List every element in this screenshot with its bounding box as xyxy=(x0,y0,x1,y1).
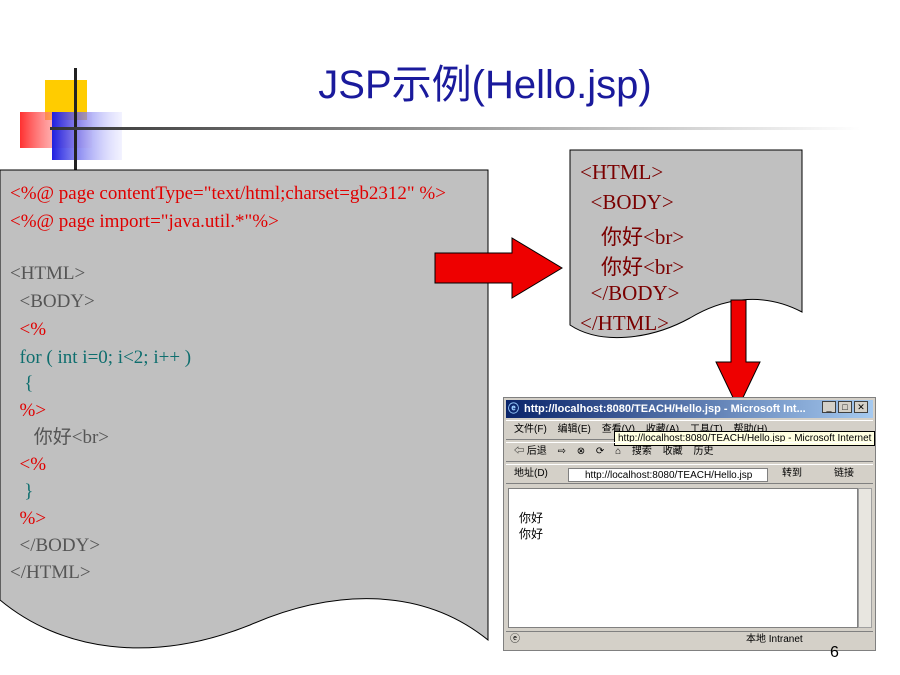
status-bar: ⓔ 本地 Intranet xyxy=(506,631,873,649)
search-button[interactable]: 搜索 xyxy=(632,446,652,457)
minimize-button[interactable]: _ xyxy=(822,401,836,413)
content-line: 你好 xyxy=(519,527,544,541)
code-line: %> xyxy=(10,508,47,529)
forward-button[interactable]: ⇨ xyxy=(558,446,566,457)
browser-window: ⓔ http://localhost:8080/TEACH/Hello.jsp … xyxy=(503,397,876,651)
html-line: 你好<br> xyxy=(580,225,685,249)
code-line: </BODY> xyxy=(10,535,101,556)
code-line: { xyxy=(10,373,34,394)
browser-title: http://localhost:8080/TEACH/Hello.jsp - … xyxy=(524,403,806,415)
maximize-button[interactable]: □ xyxy=(838,401,852,413)
code-line: %> xyxy=(10,400,47,421)
code-line: <HTML> xyxy=(10,263,86,284)
address-label: 地址(D) xyxy=(514,468,548,479)
code-line: <%@ page import="java.util.*"%> xyxy=(10,211,279,232)
page-number: 6 xyxy=(830,644,839,661)
go-button[interactable]: 转到 xyxy=(782,465,802,483)
menu-edit[interactable]: 编辑(E) xyxy=(558,424,591,435)
address-input[interactable]: http://localhost:8080/TEACH/Hello.jsp xyxy=(568,468,768,482)
stop-button[interactable]: ⊗ xyxy=(577,446,585,457)
ie-icon: ⓔ xyxy=(508,403,519,415)
favorites-button[interactable]: 收藏 xyxy=(663,446,683,457)
code-line: </HTML> xyxy=(10,562,91,583)
toolbar: ⇦ 后退 ⇨ ⊗ ⟳ ⌂ 搜索 收藏 历史 xyxy=(506,442,873,462)
back-button[interactable]: ⇦ 后退 xyxy=(514,446,547,457)
page-content: 你好 你好 xyxy=(508,488,858,628)
code-line: <%@ page contentType="text/html;charset=… xyxy=(10,183,446,204)
vertical-scrollbar[interactable] xyxy=(858,488,872,628)
html-line: 你好<br> xyxy=(580,255,685,279)
html-line: </BODY> xyxy=(580,281,680,305)
html-line: </HTML> xyxy=(580,311,670,335)
page-icon: ⓔ xyxy=(510,634,520,645)
code-line: for ( int i=0; i<2; i++ ) xyxy=(10,347,192,368)
close-button[interactable]: ✕ xyxy=(854,401,868,413)
refresh-button[interactable]: ⟳ xyxy=(596,446,604,457)
code-line: <% xyxy=(10,454,47,475)
html-line: <HTML> xyxy=(580,160,664,184)
code-line: } xyxy=(10,481,34,502)
code-line: <% xyxy=(10,319,47,340)
zone-label: 本地 Intranet xyxy=(746,634,803,645)
html-line: <BODY> xyxy=(580,190,674,214)
content-line: 你好 xyxy=(519,511,544,525)
links-label[interactable]: 链接 xyxy=(834,465,854,483)
history-button[interactable]: 历史 xyxy=(693,446,713,457)
menu-file[interactable]: 文件(F) xyxy=(514,424,547,435)
code-line: <BODY> xyxy=(10,291,95,312)
code-line: 你好<br> xyxy=(10,427,110,448)
address-bar: 地址(D) http://localhost:8080/TEACH/Hello.… xyxy=(506,464,873,484)
home-button[interactable]: ⌂ xyxy=(615,446,621,457)
browser-titlebar: ⓔ http://localhost:8080/TEACH/Hello.jsp … xyxy=(506,400,873,418)
